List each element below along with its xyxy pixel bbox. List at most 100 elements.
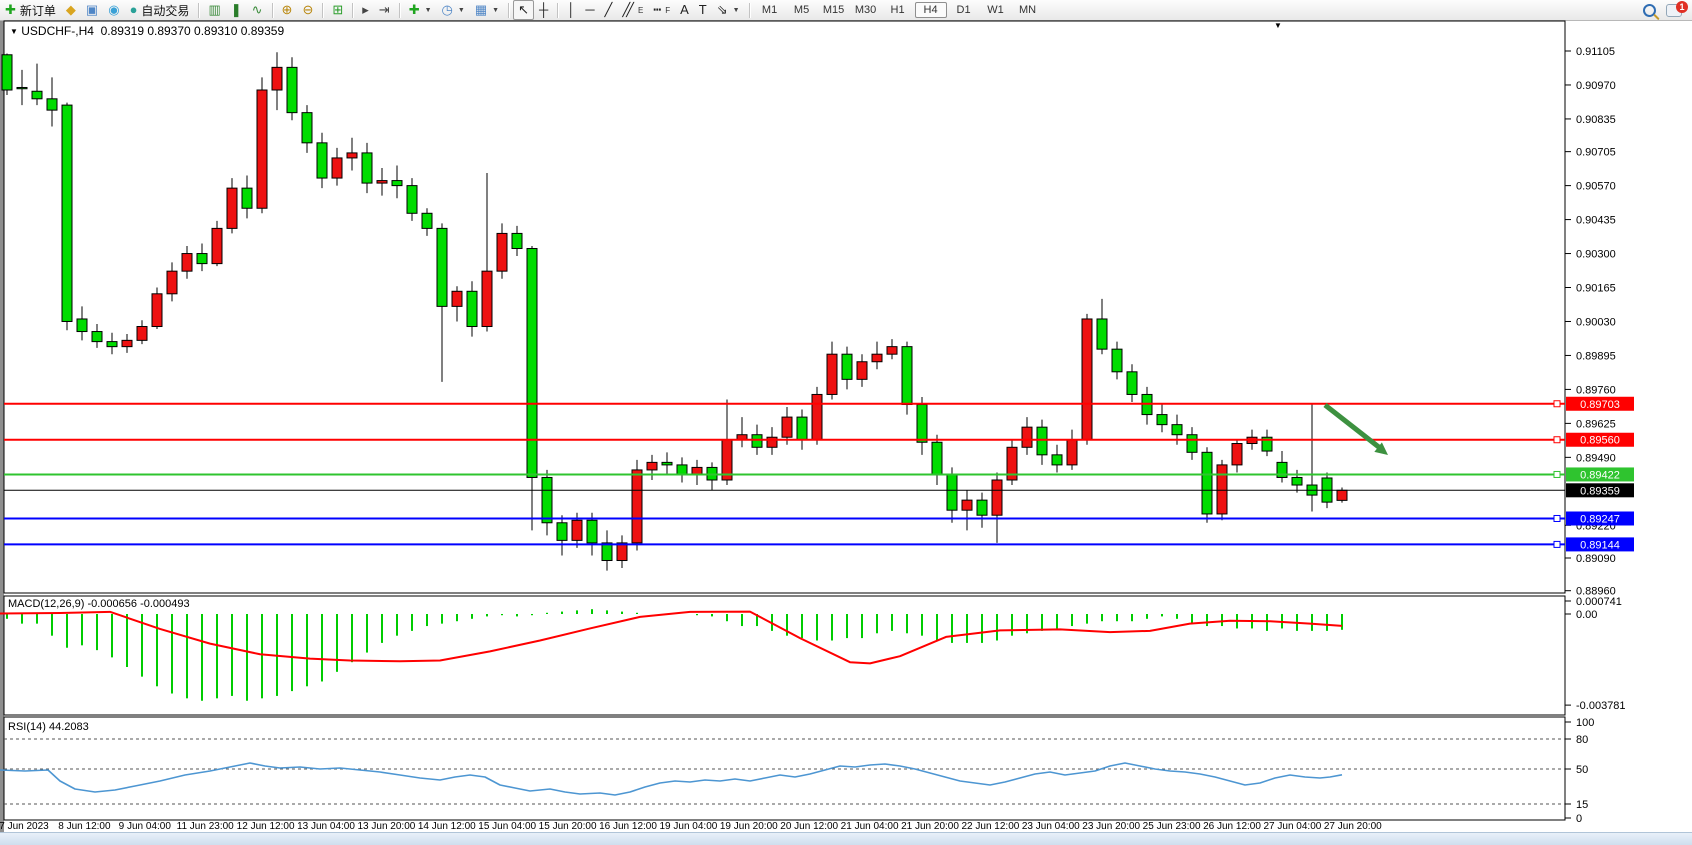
equidistant-channel-button[interactable]: ╱╱E <box>617 1 648 19</box>
candlestick-chart-button[interactable]: ❚ <box>226 1 247 19</box>
indicators-button[interactable]: ✚▼ <box>404 1 437 19</box>
equidistant-channel-icon: ╱╱ <box>622 1 630 19</box>
candle <box>107 342 117 347</box>
candle <box>62 105 72 321</box>
macd-axis-label: -0.003781 <box>1576 700 1626 712</box>
candle <box>857 362 867 380</box>
timeframe-M30[interactable]: M30 <box>851 3 881 17</box>
text-button[interactable]: A <box>675 1 694 19</box>
auto-scroll-button[interactable]: ▸ <box>357 1 374 19</box>
price-label-text: 0.89560 <box>1580 435 1620 447</box>
notifications-icon[interactable]: 1 <box>1666 4 1682 17</box>
hline-handle[interactable] <box>1554 437 1560 443</box>
candle <box>827 354 837 394</box>
fibonacci-icon: ┅ <box>653 1 661 19</box>
main-chart-plot[interactable] <box>4 21 1565 593</box>
price-label-text: 0.89359 <box>1580 485 1620 497</box>
line-chart-icon: ∿ <box>252 1 263 19</box>
hline-handle[interactable] <box>1554 471 1560 477</box>
hline-handle[interactable] <box>1554 515 1560 521</box>
signals-button[interactable]: ◉ <box>103 1 124 19</box>
hline-handle[interactable] <box>1554 541 1560 547</box>
date-label: 27 Jun 04:00 <box>1263 821 1321 832</box>
candle <box>257 90 267 208</box>
chart-dropdown-icon[interactable]: ▼ <box>10 27 18 36</box>
candle <box>272 67 282 90</box>
timeframe-D1[interactable]: D1 <box>949 3 979 17</box>
price-tick-label: 0.90030 <box>1576 316 1616 328</box>
candle <box>752 435 762 448</box>
price-tick-label: 0.89490 <box>1576 452 1616 464</box>
timeframe-M15[interactable]: M15 <box>819 3 849 17</box>
timeframe-MN[interactable]: MN <box>1013 3 1043 17</box>
chart-title: ▼ USDCHF-,H4 0.89319 0.89370 0.89310 0.8… <box>10 24 284 38</box>
trendline-icon: ╱ <box>605 1 613 19</box>
zoom-in-button[interactable]: ⊕ <box>277 1 298 19</box>
periods-button[interactable]: ◷▼ <box>437 1 470 19</box>
date-label: 26 Jun 12:00 <box>1203 821 1261 832</box>
timeframe-W1[interactable]: W1 <box>981 3 1011 17</box>
arrows-button[interactable]: ⇘▼ <box>712 1 745 19</box>
vertical-line-button[interactable]: │ <box>562 1 580 19</box>
chart-menu-arrow[interactable]: ▼ <box>1274 21 1282 30</box>
templates-button[interactable]: ▦▼ <box>470 1 504 19</box>
macd-panel[interactable] <box>4 596 1565 715</box>
date-label: 25 Jun 23:00 <box>1143 821 1201 832</box>
horizontal-line-button[interactable]: ─ <box>580 1 599 19</box>
date-label: 22 Jun 12:00 <box>961 821 1019 832</box>
rsi-axis-label: 15 <box>1576 799 1588 811</box>
new-order-button[interactable]: ✚新订单 <box>0 1 61 19</box>
time-axis[interactable]: 7 Jun 20238 Jun 12:009 Jun 04:0011 Jun 2… <box>0 821 1382 832</box>
line-chart-button[interactable]: ∿ <box>247 1 268 19</box>
crosshair-button[interactable]: ┼ <box>534 1 553 19</box>
candle <box>122 340 132 346</box>
rsi-axis-label: 50 <box>1576 764 1588 776</box>
candle <box>1097 319 1107 349</box>
search-icon[interactable] <box>1643 4 1656 17</box>
terminal-button[interactable]: ▣ <box>81 1 103 19</box>
candle <box>392 181 402 186</box>
text-label-button[interactable]: T <box>694 1 712 19</box>
toolbar-separator <box>749 3 750 18</box>
candle <box>1202 452 1212 514</box>
timeframe-M5[interactable]: M5 <box>787 3 817 17</box>
candle <box>602 543 612 561</box>
rsi-indicator-label: RSI(14) 44.2083 <box>8 721 89 733</box>
templates-icon: ▦ <box>475 1 487 19</box>
macd-indicator-label: MACD(12,26,9) -0.000656 -0.000493 <box>8 598 190 610</box>
chart-shift-button[interactable]: ⇥ <box>374 1 395 19</box>
candle <box>647 462 657 470</box>
fibonacci-button[interactable]: ┅F <box>648 1 675 19</box>
candle <box>902 347 912 405</box>
candle <box>152 294 162 327</box>
zoom-out-button[interactable]: ⊖ <box>297 1 318 19</box>
toolbar-separator <box>557 3 558 18</box>
price-label-text: 0.89703 <box>1580 399 1620 411</box>
timeframe-H4[interactable]: H4 <box>915 2 947 18</box>
chart-canvas[interactable]: 0.911050.909700.908350.907050.905700.904… <box>0 20 1692 832</box>
candle <box>422 213 432 228</box>
hline-handle[interactable] <box>1554 401 1560 407</box>
cursor-button[interactable]: ↖ <box>513 0 534 20</box>
timeframe-H1[interactable]: H1 <box>883 3 913 17</box>
date-label: 9 Jun 04:00 <box>119 821 172 832</box>
charts-button[interactable]: ◆ <box>61 1 81 19</box>
price-label-text: 0.89247 <box>1580 513 1620 525</box>
candle <box>197 254 207 264</box>
autotrading-button[interactable]: ●自动交易 <box>125 1 195 19</box>
horizontal-line-icon: ─ <box>585 1 594 19</box>
tile-windows-button[interactable]: ⊞ <box>327 1 348 19</box>
zoom-in-icon: ⊕ <box>282 1 293 19</box>
candle <box>482 271 492 326</box>
candle <box>977 500 987 515</box>
bar-chart-button[interactable]: ▥ <box>203 1 225 19</box>
candle <box>632 470 642 543</box>
rsi-axis-label: 0 <box>1576 813 1582 825</box>
candle <box>962 500 972 510</box>
trendline-button[interactable]: ╱ <box>600 1 618 19</box>
templates-caret-icon: ▼ <box>492 7 499 14</box>
candle <box>992 480 1002 515</box>
candle <box>1022 427 1032 447</box>
toolbar-separator <box>352 3 353 18</box>
timeframe-M1[interactable]: M1 <box>755 3 785 17</box>
